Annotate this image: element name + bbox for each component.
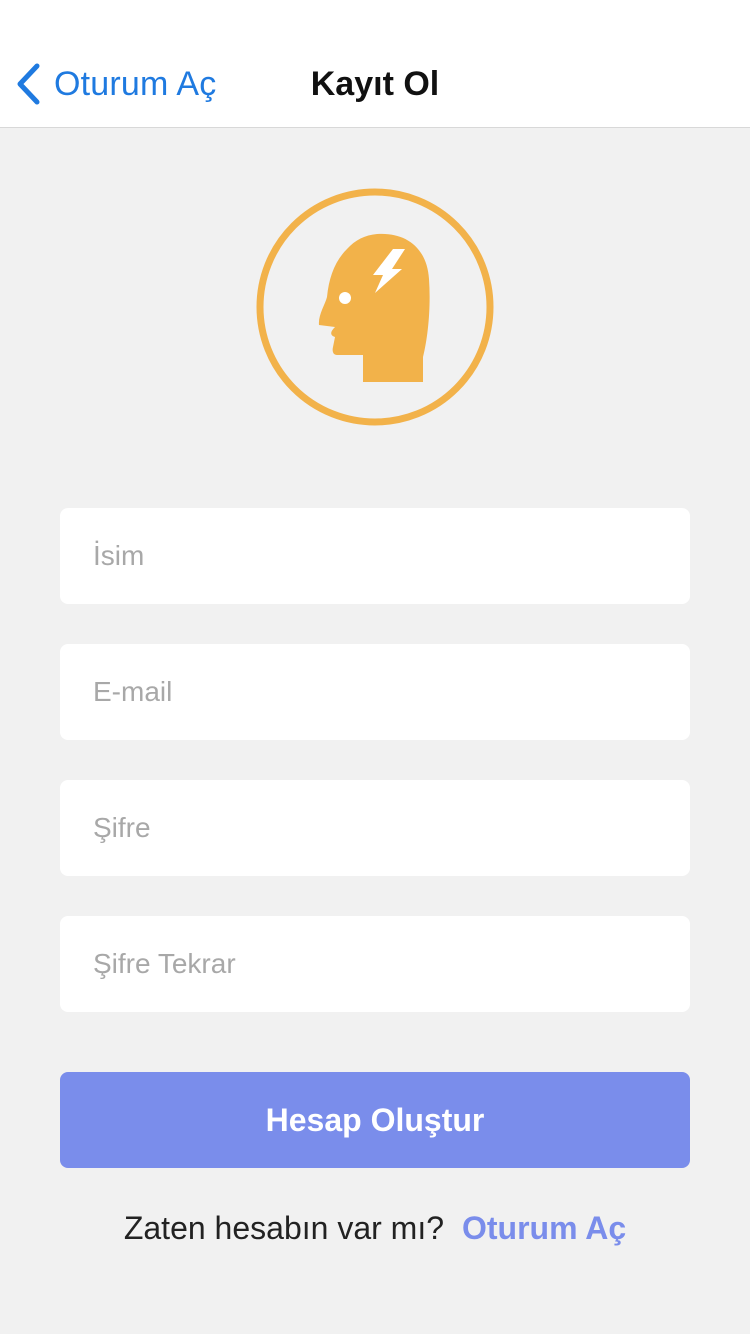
navigation-bar: Oturum Aç Kayıt Ol [0, 0, 750, 128]
password-field[interactable] [60, 780, 690, 876]
signup-screen: Oturum Aç Kayıt Ol Hesap Oluştur Zaten h… [0, 0, 750, 1334]
chevron-left-icon [14, 62, 42, 106]
back-button-label: Oturum Aç [54, 64, 217, 103]
back-button[interactable]: Oturum Aç [14, 58, 216, 110]
email-field[interactable] [60, 644, 690, 740]
signin-link[interactable]: Oturum Aç [462, 1210, 626, 1247]
app-logo [255, 187, 495, 427]
head-lightning-icon [255, 188, 495, 431]
password-repeat-field[interactable] [60, 916, 690, 1012]
name-field[interactable] [60, 508, 690, 604]
signin-prompt: Zaten hesabın var mı? Oturum Aç [0, 1204, 750, 1252]
create-account-button[interactable]: Hesap Oluştur [60, 1072, 690, 1168]
signin-prompt-text: Zaten hesabın var mı? [123, 1209, 444, 1246]
